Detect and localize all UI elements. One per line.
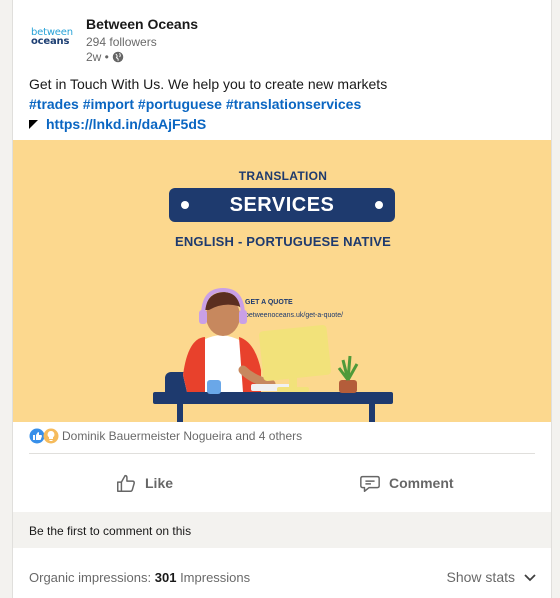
- first-comment-prompt: Be the first to comment on this: [13, 512, 551, 548]
- impressions-summary: Organic impressions: 301 Impressions: [29, 570, 250, 585]
- thumbs-up-icon: [117, 474, 135, 492]
- impressions-count: 301: [154, 570, 177, 585]
- image-title: TRANSLATION: [238, 169, 328, 183]
- comment-label: Comment: [389, 475, 454, 491]
- time-label: 2w •: [86, 50, 109, 64]
- social-actions: Like Comment: [13, 462, 551, 504]
- banner-dot-right: [375, 201, 383, 209]
- translator-illustration: [153, 287, 393, 422]
- link-arrow-icon: [29, 119, 38, 129]
- services-label: SERVICES: [229, 194, 335, 216]
- reactions-summary[interactable]: Dominik Bauermeister Nogueira and 4 othe…: [29, 428, 302, 444]
- impressions-bar: Organic impressions: 301 Impressions Sho…: [13, 550, 551, 598]
- post-timestamp: 2w •: [86, 50, 124, 64]
- post-link-row: https://lnkd.in/daAjF5dS: [29, 114, 539, 134]
- post-hashtags[interactable]: #trades #import #portuguese #translation…: [29, 94, 539, 114]
- post-text-line: Get in Touch With Us. We help you to cre…: [29, 76, 388, 92]
- globe-icon: [112, 51, 124, 63]
- like-button[interactable]: Like: [115, 462, 173, 504]
- post-text: Get in Touch With Us. We help you to cre…: [29, 74, 539, 134]
- comment-icon: [360, 475, 380, 492]
- show-stats-button[interactable]: Show stats: [447, 569, 537, 585]
- post-card: between oceans Between Oceans 294 follow…: [12, 0, 552, 598]
- like-label: Like: [145, 475, 174, 491]
- follower-count: 294 followers: [86, 35, 157, 49]
- reactions-text: Dominik Bauermeister Nogueira and 4 othe…: [62, 429, 303, 443]
- comment-button[interactable]: Comment: [359, 462, 454, 504]
- show-stats-label: Show stats: [446, 569, 515, 585]
- services-banner: SERVICES: [169, 188, 395, 222]
- language-pair: ENGLISH - PORTUGUESE NATIVE: [174, 234, 392, 249]
- post-link[interactable]: https://lnkd.in/daAjF5dS: [46, 114, 206, 134]
- post-image[interactable]: TRANSLATION SERVICES ENGLISH - PORTUGUES…: [13, 140, 551, 422]
- impressions-unit: Impressions: [180, 570, 251, 585]
- company-logo[interactable]: between oceans: [31, 28, 79, 52]
- insightful-reaction-icon: [43, 428, 59, 444]
- chevron-down-icon: [524, 574, 536, 582]
- impressions-label: Organic impressions:: [29, 570, 152, 585]
- logo-line2: oceans: [31, 36, 70, 47]
- divider: [29, 453, 535, 454]
- post-header: between oceans Between Oceans 294 follow…: [29, 12, 529, 64]
- company-name[interactable]: Between Oceans: [86, 16, 198, 32]
